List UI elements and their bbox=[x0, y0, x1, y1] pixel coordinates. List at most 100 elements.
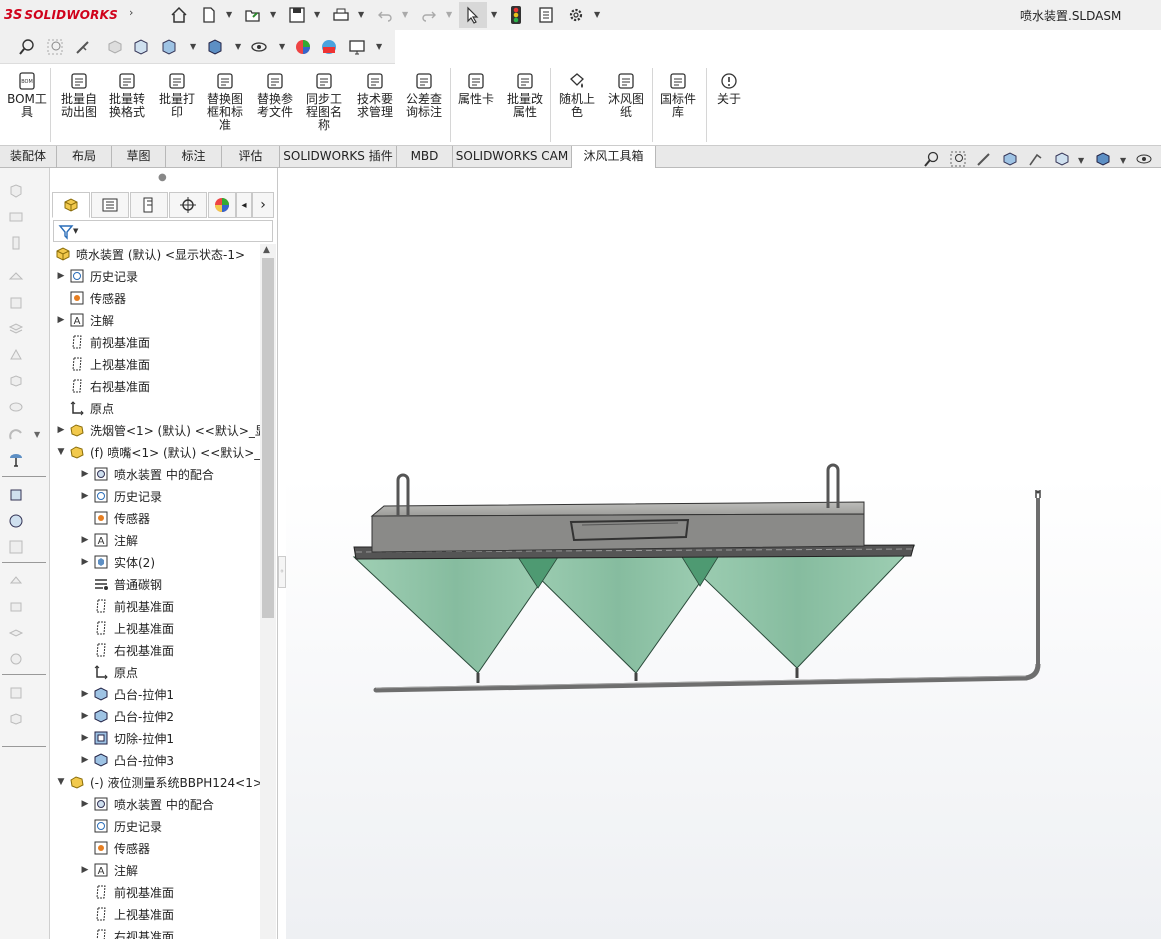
spray-cones[interactable] bbox=[352, 545, 916, 683]
expand-arrow-icon[interactable]: ▶ bbox=[78, 557, 92, 567]
previous-view-icon[interactable] bbox=[72, 36, 94, 58]
panel-collapse-dot[interactable]: ● bbox=[158, 172, 167, 183]
tree-item[interactable]: ▶ A 注解 bbox=[54, 310, 114, 330]
tree-item[interactable]: 右视基准面 bbox=[78, 640, 174, 660]
panel-splitter[interactable]: ◦ bbox=[278, 168, 286, 939]
tree-scrollbar[interactable]: ▲ bbox=[260, 244, 276, 939]
select-dropdown-icon[interactable]: ▼ bbox=[491, 10, 497, 19]
tab-6[interactable]: MBD bbox=[397, 146, 453, 168]
tree-item[interactable]: ▶ 实体(2) bbox=[78, 552, 155, 572]
tab-1[interactable]: 布局 bbox=[57, 146, 112, 168]
bom-dropdown-icon[interactable]: ▼ bbox=[34, 430, 40, 439]
tree-item[interactable]: 前视基准面 bbox=[78, 596, 174, 616]
save-dropdown-icon[interactable]: ▼ bbox=[314, 10, 320, 19]
home-icon[interactable] bbox=[168, 4, 190, 26]
exploded-view-icon[interactable] bbox=[6, 452, 26, 470]
undo-dropdown-icon[interactable]: ▼ bbox=[402, 10, 408, 19]
section-view-icon[interactable] bbox=[104, 36, 126, 58]
tree-item[interactable]: 前视基准面 bbox=[54, 332, 150, 352]
tab-7[interactable]: SOLIDWORKS CAM bbox=[453, 146, 572, 168]
tree-item[interactable]: ▶ A 注解 bbox=[78, 530, 138, 550]
print-icon[interactable] bbox=[330, 4, 352, 26]
tab-8[interactable]: 沐风工具箱 bbox=[572, 146, 656, 169]
expand-arrow-icon[interactable]: ▶ bbox=[78, 689, 92, 699]
expand-arrow-icon[interactable]: ▶ bbox=[54, 425, 68, 435]
clearance-verification-icon[interactable] bbox=[6, 624, 26, 642]
orientation-dropdown-icon[interactable]: ▼ bbox=[190, 42, 196, 51]
ribbon-button-info[interactable]: 关于 bbox=[710, 70, 748, 106]
update-speedpak-icon[interactable] bbox=[6, 512, 26, 530]
expand-arrow-icon[interactable]: ▶ bbox=[78, 799, 92, 809]
interference-detection-icon[interactable] bbox=[6, 598, 26, 616]
tree-item[interactable]: ▶ 凸台-拉伸3 bbox=[78, 750, 174, 770]
rebuild-traffic-light-icon[interactable] bbox=[505, 4, 527, 26]
hole-alignment-icon[interactable] bbox=[6, 650, 26, 668]
view-settings-dropdown-icon[interactable]: ▼ bbox=[376, 42, 382, 51]
expand-arrow-icon[interactable]: ▶ bbox=[78, 733, 92, 743]
tree-item[interactable]: ▶ 历史记录 bbox=[54, 266, 138, 286]
view-orientation-dropdown-icon[interactable]: ▼ bbox=[1078, 156, 1084, 165]
solidworks-logo[interactable]: 3S SOLIDWORKS bbox=[4, 6, 118, 24]
ribbon-button-mufeng-drawing[interactable]: 沐风图 纸 bbox=[604, 70, 648, 119]
linear-pattern-icon[interactable] bbox=[6, 234, 26, 252]
tree-item[interactable]: 右视基准面 bbox=[54, 376, 150, 396]
ribbon-button-sync-name[interactable]: 同步工 程图名 称 bbox=[302, 70, 346, 132]
feature-filter[interactable]: ▼ bbox=[53, 220, 273, 242]
take-snapshot-icon[interactable] bbox=[6, 538, 26, 556]
display-manager-tab[interactable] bbox=[208, 192, 236, 218]
instant3d-icon[interactable] bbox=[6, 486, 26, 504]
scrollbar-thumb[interactable] bbox=[262, 258, 274, 618]
open-dropdown-icon[interactable]: ▼ bbox=[270, 10, 276, 19]
view-hide-show-icon[interactable] bbox=[1134, 150, 1154, 168]
hide-show-items-icon[interactable] bbox=[248, 36, 270, 58]
show-hidden-icon[interactable] bbox=[6, 320, 26, 338]
dimxpert-manager-tab[interactable] bbox=[169, 192, 207, 218]
chevron-right-icon[interactable]: › bbox=[129, 6, 133, 19]
select-pointer-icon[interactable] bbox=[459, 2, 487, 28]
open-folder-icon[interactable] bbox=[242, 4, 264, 26]
apply-scene-icon[interactable] bbox=[318, 36, 340, 58]
undo-icon[interactable] bbox=[374, 4, 396, 26]
tabs-scroll-right-icon[interactable]: › bbox=[252, 192, 274, 218]
ribbon-button-bom[interactable]: BOM BOM工 具 bbox=[4, 70, 50, 119]
tree-item[interactable]: 原点 bbox=[78, 662, 138, 682]
measure-icon[interactable] bbox=[6, 684, 26, 702]
expand-arrow-icon[interactable]: ▶ bbox=[78, 535, 92, 545]
view-section-icon[interactable] bbox=[1000, 150, 1020, 168]
move-component-icon[interactable] bbox=[6, 294, 26, 312]
file-properties-icon[interactable] bbox=[535, 4, 557, 26]
mate-icon[interactable] bbox=[6, 208, 26, 226]
tree-item[interactable]: 上视基准面 bbox=[78, 618, 174, 638]
collapse-arrow-icon[interactable]: ▼ bbox=[54, 777, 68, 787]
hide-show-dropdown-icon[interactable]: ▼ bbox=[279, 42, 285, 51]
redo-icon[interactable] bbox=[418, 4, 440, 26]
view-display-style-icon[interactable] bbox=[1093, 150, 1113, 168]
new-dropdown-icon[interactable]: ▼ bbox=[226, 10, 232, 19]
save-icon[interactable] bbox=[286, 4, 308, 26]
ribbon-button-replace-reference[interactable]: 替换参 考文件 bbox=[253, 70, 297, 119]
view-zoom-fit-icon[interactable] bbox=[922, 150, 942, 168]
options-gear-icon[interactable] bbox=[565, 4, 587, 26]
view-display-dropdown-icon[interactable]: ▼ bbox=[1120, 156, 1126, 165]
ribbon-button-tolerance[interactable]: 公差查 询标注 bbox=[402, 70, 446, 119]
reference-geometry-icon[interactable] bbox=[6, 372, 26, 390]
expand-arrow-icon[interactable]: ▶ bbox=[78, 711, 92, 721]
view-orientation-icon[interactable] bbox=[1052, 150, 1072, 168]
assembly-features-icon[interactable] bbox=[6, 346, 26, 364]
tree-item[interactable]: 喷水装置 (默认) <显示状态-1> bbox=[50, 244, 245, 264]
tree-item[interactable]: ▶ 凸台-拉伸1 bbox=[78, 684, 174, 704]
ribbon-button-auto-drawing[interactable]: 批量自 动出图 bbox=[57, 70, 101, 119]
scroll-up-icon[interactable]: ▲ bbox=[263, 245, 270, 255]
tree-item[interactable]: 普通碳钢 bbox=[78, 574, 162, 594]
tree-item[interactable]: 历史记录 bbox=[78, 816, 162, 836]
tree-item[interactable]: ▼ (-) 液位测量系统BBPH124<1> bbox=[54, 772, 260, 792]
tab-2[interactable]: 草图 bbox=[112, 146, 166, 168]
ribbon-button-property-card[interactable]: 属性卡 bbox=[454, 70, 498, 106]
feature-tree-tab[interactable] bbox=[52, 192, 90, 218]
ribbon-button-batch-property[interactable]: 批量改 属性 bbox=[503, 70, 547, 119]
smart-fasteners-icon[interactable] bbox=[6, 268, 26, 286]
ribbon-button-replace-frame[interactable]: 替换图 框和标 准 bbox=[203, 70, 247, 132]
ribbon-button-standard-parts[interactable]: 国标件 库 bbox=[656, 70, 700, 119]
view-zoom-area-icon[interactable] bbox=[948, 150, 968, 168]
expand-arrow-icon[interactable]: ▶ bbox=[78, 755, 92, 765]
